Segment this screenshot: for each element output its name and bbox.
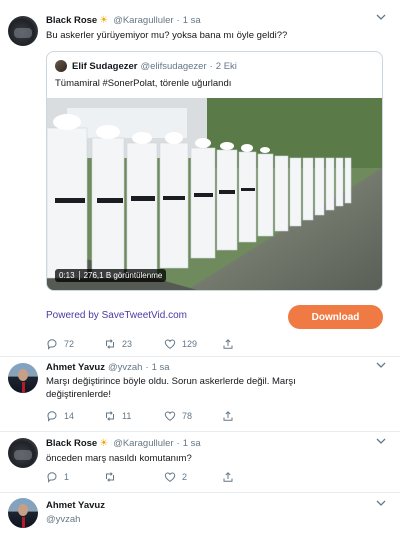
- timestamp[interactable]: 1 sa: [183, 438, 201, 449]
- retweet-icon: [106, 411, 114, 421]
- tweet-actions: 14 11 78: [46, 409, 240, 423]
- quoted-tweet-text: Tümamiral #SonerPolat, törenle uğurlandı: [55, 78, 232, 89]
- video-duration: 0:13: [59, 271, 75, 280]
- retweet-count: 23: [122, 339, 133, 349]
- like-count: 129: [182, 339, 198, 349]
- tweet-text: Marşı değiştirince böyle oldu. Sorun ask…: [46, 376, 296, 400]
- tweet-text: önceden marş nasıldı komutanım?: [46, 453, 192, 464]
- share-action[interactable]: [222, 338, 240, 350]
- user-handle[interactable]: @yvzah: [46, 513, 376, 526]
- video-player[interactable]: 0:13 276,1 B görüntülenme: [47, 98, 382, 290]
- like-action[interactable]: 78: [164, 410, 222, 422]
- user-name[interactable]: Elif Sudagezer: [72, 61, 137, 72]
- retweet-icon: [106, 472, 114, 482]
- reply-action[interactable]: 72: [46, 338, 104, 350]
- tweet-black-rose-2[interactable]: Black Rose ☀ @Karagulluler · 1 sa öncede…: [0, 432, 400, 492]
- retweet-action[interactable]: 23: [104, 338, 164, 350]
- like-action[interactable]: 2: [164, 471, 222, 483]
- avatar[interactable]: [55, 60, 67, 72]
- badge-divider: [78, 271, 80, 280]
- tweet-ahmet-yavuz-1[interactable]: Ahmet Yavuz @yvzah · 1 sa Marşı değiştir…: [0, 357, 400, 431]
- tweet-text: Bu askerler yürüyemiyor mu? yoksa bana m…: [46, 30, 288, 41]
- share-action[interactable]: [222, 410, 240, 422]
- like-count: 78: [182, 411, 193, 421]
- share-icon: [223, 411, 233, 421]
- reply-count: 72: [64, 339, 75, 349]
- timestamp[interactable]: 1 sa: [183, 15, 201, 26]
- like-count: 2: [182, 472, 188, 482]
- like-icon: [164, 411, 176, 422]
- video-views: 276,1 B görüntülenme: [83, 271, 163, 280]
- separator-dot: ·: [209, 60, 213, 72]
- retweet-action[interactable]: [104, 471, 164, 483]
- timestamp[interactable]: 2 Eki: [216, 61, 237, 72]
- reply-count: 1: [64, 472, 70, 482]
- like-icon: [164, 339, 176, 350]
- tweet-actions: 72 23 129: [46, 337, 240, 351]
- chevron-down-icon[interactable]: [376, 13, 386, 23]
- reply-icon: [47, 472, 57, 483]
- reply-icon: [47, 411, 57, 422]
- reply-icon: [47, 339, 57, 350]
- avatar[interactable]: [8, 363, 38, 393]
- avatar[interactable]: [8, 438, 38, 468]
- tweet-header: Black Rose ☀ @Karagulluler · 1 sa: [46, 14, 201, 26]
- retweet-count: 11: [122, 411, 132, 421]
- sun-emoji-icon: ☀: [99, 437, 109, 449]
- tweet-black-rose-1[interactable]: Black Rose ☀ @Karagulluler · 1 sa Bu ask…: [0, 0, 400, 356]
- user-name[interactable]: Black Rose: [46, 438, 97, 449]
- retweet-action[interactable]: 11: [104, 410, 164, 422]
- user-name[interactable]: Ahmet Yavuz: [46, 362, 105, 373]
- tweet-header: Ahmet Yavuz: [46, 499, 105, 511]
- like-action[interactable]: 129: [164, 338, 222, 350]
- user-handle[interactable]: @yvzah: [108, 362, 142, 373]
- timestamp[interactable]: 1 sa: [152, 362, 170, 373]
- powered-by-link[interactable]: Powered by SaveTweetVid.com: [46, 310, 187, 321]
- quoted-tweet[interactable]: Elif Sudagezer @elifsudagezer · 2 Eki Tü…: [46, 51, 383, 291]
- user-handle[interactable]: @elifsudagezer: [140, 61, 206, 72]
- separator-dot: ·: [145, 361, 149, 373]
- avatar[interactable]: [8, 16, 38, 46]
- chevron-down-icon[interactable]: [376, 437, 386, 447]
- avatar[interactable]: [8, 498, 38, 528]
- tweet-header: Ahmet Yavuz @yvzah · 1 sa: [46, 361, 170, 373]
- chevron-down-icon[interactable]: [376, 361, 386, 371]
- reply-count: 14: [64, 411, 75, 421]
- share-icon: [223, 339, 233, 349]
- quoted-tweet-header: Elif Sudagezer @elifsudagezer · 2 Eki: [72, 60, 237, 72]
- user-name[interactable]: Ahmet Yavuz: [46, 500, 105, 511]
- tweet-ahmet-yavuz-2[interactable]: Ahmet Yavuz @yvzah: [0, 493, 400, 533]
- share-icon: [223, 472, 233, 482]
- separator-dot: ·: [176, 14, 180, 26]
- video-frame: [47, 98, 382, 290]
- sun-emoji-icon: ☀: [99, 14, 109, 26]
- video-info-badge: 0:13 276,1 B görüntülenme: [55, 269, 167, 282]
- like-icon: [164, 472, 176, 483]
- reply-action[interactable]: 1: [46, 471, 104, 483]
- chevron-down-icon[interactable]: [376, 499, 386, 509]
- user-handle[interactable]: @Karagulluler: [113, 15, 173, 26]
- tweet-header: Black Rose ☀ @Karagulluler · 1 sa: [46, 437, 201, 449]
- retweet-icon: [106, 339, 114, 349]
- user-handle[interactable]: @Karagulluler: [113, 438, 173, 449]
- tweet-actions: 1 2: [46, 470, 240, 484]
- separator-dot: ·: [176, 437, 180, 449]
- user-name[interactable]: Black Rose: [46, 15, 97, 26]
- reply-action[interactable]: 14: [46, 410, 104, 422]
- download-button[interactable]: Download: [288, 305, 383, 329]
- share-action[interactable]: [222, 471, 240, 483]
